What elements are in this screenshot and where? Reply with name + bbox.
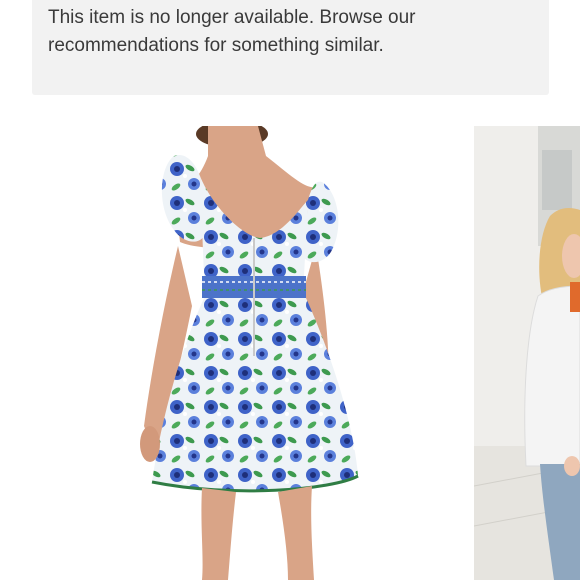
unavailable-notice-banner: This item is no longer available. Browse… xyxy=(32,0,549,95)
unavailable-notice-line-2: recommendations for something similar. xyxy=(48,35,384,56)
dress-illustration xyxy=(140,126,359,580)
product-photo-main[interactable] xyxy=(32,126,449,580)
product-photo-secondary[interactable] xyxy=(474,126,580,580)
model-illustration xyxy=(474,126,580,580)
unavailable-notice-line-1: This item is no longer available. Browse… xyxy=(48,7,416,28)
